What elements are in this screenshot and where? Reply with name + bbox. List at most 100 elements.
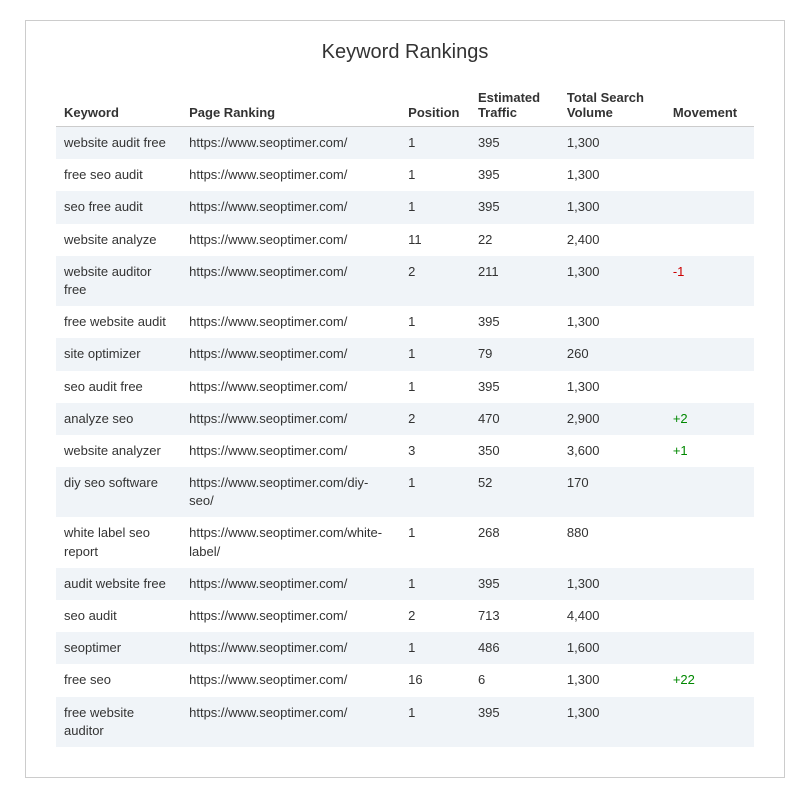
cell-movement [665, 338, 754, 370]
cell-movement [665, 191, 754, 223]
cell-estimated-traffic: 22 [470, 224, 559, 256]
cell-position: 2 [400, 403, 470, 435]
cell-keyword: seo audit free [56, 371, 181, 403]
table-row: free website auditor https://www.seoptim… [56, 697, 754, 747]
cell-total-search-volume: 260 [559, 338, 665, 370]
cell-keyword: diy seo software [56, 467, 181, 517]
cell-position: 11 [400, 224, 470, 256]
cell-page-ranking: https://www.seoptimer.com/ [181, 338, 400, 370]
cell-movement [665, 159, 754, 191]
table-row: audit website free https://www.seoptimer… [56, 568, 754, 600]
cell-movement [665, 600, 754, 632]
cell-page-ranking: https://www.seoptimer.com/ [181, 568, 400, 600]
cell-estimated-traffic: 52 [470, 467, 559, 517]
cell-movement [665, 632, 754, 664]
cell-total-search-volume: 880 [559, 517, 665, 567]
cell-total-search-volume: 2,900 [559, 403, 665, 435]
col-header-keyword: Keyword [56, 84, 181, 127]
main-container: Keyword Rankings Keyword Page Ranking Po… [25, 20, 785, 778]
cell-movement: +2 [665, 403, 754, 435]
cell-keyword: seo audit [56, 600, 181, 632]
cell-keyword: free seo [56, 664, 181, 696]
cell-total-search-volume: 4,400 [559, 600, 665, 632]
cell-page-ranking: https://www.seoptimer.com/diy-seo/ [181, 467, 400, 517]
table-row: site optimizer https://www.seoptimer.com… [56, 338, 754, 370]
cell-total-search-volume: 1,300 [559, 664, 665, 696]
cell-estimated-traffic: 6 [470, 664, 559, 696]
cell-page-ranking: https://www.seoptimer.com/ [181, 435, 400, 467]
cell-movement [665, 224, 754, 256]
keyword-rankings-table: Keyword Page Ranking Position Estimated … [56, 84, 754, 747]
col-header-page: Page Ranking [181, 84, 400, 127]
cell-estimated-traffic: 350 [470, 435, 559, 467]
cell-movement [665, 467, 754, 517]
cell-movement: +1 [665, 435, 754, 467]
cell-estimated-traffic: 713 [470, 600, 559, 632]
table-row: seo audit free https://www.seoptimer.com… [56, 371, 754, 403]
cell-page-ranking: https://www.seoptimer.com/ [181, 256, 400, 306]
cell-position: 1 [400, 467, 470, 517]
cell-page-ranking: https://www.seoptimer.com/ [181, 306, 400, 338]
table-header-row: Keyword Page Ranking Position Estimated … [56, 84, 754, 127]
table-row: seo free audit https://www.seoptimer.com… [56, 191, 754, 223]
cell-total-search-volume: 1,300 [559, 697, 665, 747]
cell-page-ranking: https://www.seoptimer.com/ [181, 697, 400, 747]
cell-position: 3 [400, 435, 470, 467]
table-row: free seo audit https://www.seoptimer.com… [56, 159, 754, 191]
cell-position: 1 [400, 632, 470, 664]
cell-keyword: analyze seo [56, 403, 181, 435]
col-header-traffic: Estimated Traffic [470, 84, 559, 127]
cell-total-search-volume: 1,600 [559, 632, 665, 664]
table-row: website analyzer https://www.seoptimer.c… [56, 435, 754, 467]
cell-estimated-traffic: 395 [470, 159, 559, 191]
cell-keyword: free website auditor [56, 697, 181, 747]
col-header-position: Position [400, 84, 470, 127]
cell-page-ranking: https://www.seoptimer.com/ [181, 632, 400, 664]
cell-page-ranking: https://www.seoptimer.com/ [181, 664, 400, 696]
cell-keyword: free seo audit [56, 159, 181, 191]
cell-estimated-traffic: 486 [470, 632, 559, 664]
cell-position: 16 [400, 664, 470, 696]
table-row: free website audit https://www.seoptimer… [56, 306, 754, 338]
cell-position: 1 [400, 159, 470, 191]
table-row: diy seo software https://www.seoptimer.c… [56, 467, 754, 517]
cell-position: 2 [400, 256, 470, 306]
page-title: Keyword Rankings [56, 41, 754, 64]
cell-estimated-traffic: 470 [470, 403, 559, 435]
cell-movement [665, 371, 754, 403]
cell-movement [665, 568, 754, 600]
cell-page-ranking: https://www.seoptimer.com/ [181, 371, 400, 403]
cell-keyword: website analyze [56, 224, 181, 256]
cell-position: 1 [400, 697, 470, 747]
cell-estimated-traffic: 395 [470, 127, 559, 160]
cell-position: 1 [400, 191, 470, 223]
cell-total-search-volume: 1,300 [559, 159, 665, 191]
cell-estimated-traffic: 395 [470, 191, 559, 223]
cell-position: 1 [400, 568, 470, 600]
cell-page-ranking: https://www.seoptimer.com/ [181, 600, 400, 632]
table-row: website audit free https://www.seoptimer… [56, 127, 754, 160]
cell-total-search-volume: 3,600 [559, 435, 665, 467]
table-row: free seo https://www.seoptimer.com/ 16 6… [56, 664, 754, 696]
cell-movement [665, 306, 754, 338]
cell-position: 1 [400, 127, 470, 160]
cell-total-search-volume: 170 [559, 467, 665, 517]
col-header-volume: Total Search Volume [559, 84, 665, 127]
cell-page-ranking: https://www.seoptimer.com/ [181, 403, 400, 435]
cell-estimated-traffic: 395 [470, 371, 559, 403]
col-header-movement: Movement [665, 84, 754, 127]
cell-position: 1 [400, 517, 470, 567]
cell-keyword: website audit free [56, 127, 181, 160]
cell-movement [665, 517, 754, 567]
cell-estimated-traffic: 395 [470, 306, 559, 338]
cell-total-search-volume: 1,300 [559, 568, 665, 600]
cell-estimated-traffic: 79 [470, 338, 559, 370]
table-body: website audit free https://www.seoptimer… [56, 127, 754, 747]
cell-total-search-volume: 1,300 [559, 127, 665, 160]
cell-movement [665, 127, 754, 160]
cell-page-ranking: https://www.seoptimer.com/ [181, 127, 400, 160]
table-row: seo audit https://www.seoptimer.com/ 2 7… [56, 600, 754, 632]
cell-position: 2 [400, 600, 470, 632]
cell-estimated-traffic: 268 [470, 517, 559, 567]
cell-keyword: site optimizer [56, 338, 181, 370]
